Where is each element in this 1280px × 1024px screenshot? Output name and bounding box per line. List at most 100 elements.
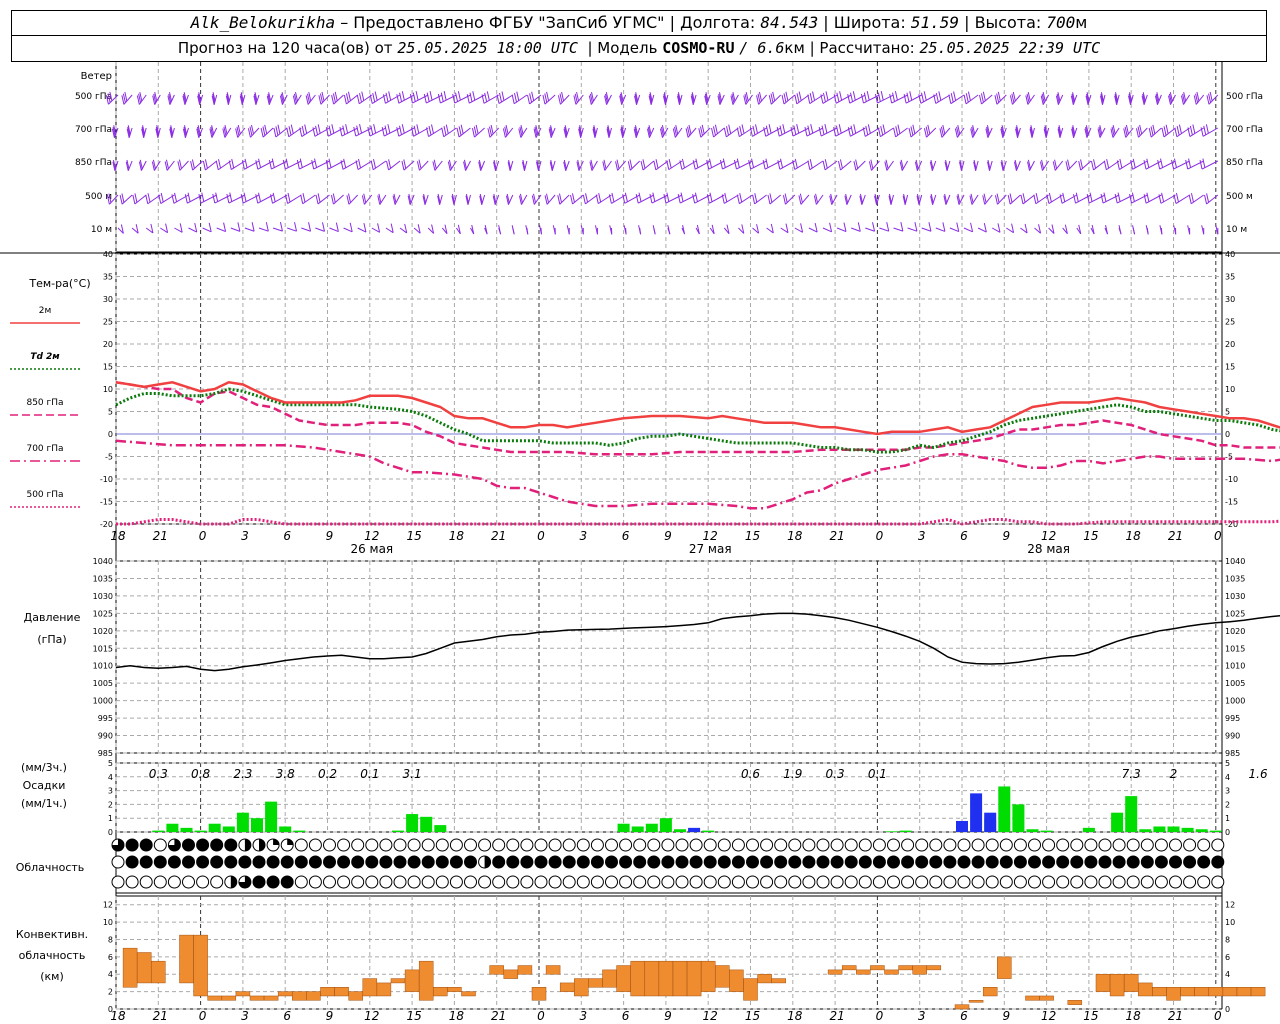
cloud-circle-quarter xyxy=(273,839,280,845)
cloud-circle-outline xyxy=(337,838,351,852)
wind-barb-feather xyxy=(711,127,715,138)
cloud-circle-outline xyxy=(1028,875,1041,889)
wind-barb-feather xyxy=(914,222,918,232)
wind-barb-staff xyxy=(481,194,486,205)
cloud-circle-fill xyxy=(140,856,153,868)
cloud-circle xyxy=(731,855,745,869)
cloud-circle-outline xyxy=(915,875,929,889)
wind-barb xyxy=(126,125,133,138)
cloud-circle-fill xyxy=(267,876,280,888)
wind-barb-feather xyxy=(345,124,349,134)
wind-barb xyxy=(507,159,514,171)
wind-barb xyxy=(752,193,767,205)
cloud-circle xyxy=(238,855,252,869)
wind-barb-feather xyxy=(268,159,272,170)
hour-label: 21 xyxy=(153,529,168,543)
precip-rain-bar xyxy=(166,823,179,832)
wind-barb xyxy=(548,125,556,138)
wind-barb-feather xyxy=(331,95,335,105)
wind-barb xyxy=(902,193,909,205)
cloud-circle-outline xyxy=(449,875,463,889)
precip-total-label: 2.3 xyxy=(233,767,252,781)
precip-rain-bar xyxy=(631,826,644,832)
wind-barb xyxy=(1009,91,1021,105)
precip-snow-bar xyxy=(956,820,968,832)
wind-barb xyxy=(794,91,810,105)
wind-barb xyxy=(340,158,358,170)
wind-barb xyxy=(272,222,283,232)
cloud-circle-fill xyxy=(1056,856,1069,868)
precip-total-label: 0.3 xyxy=(826,767,845,781)
pressure-tick-left: 1015 xyxy=(93,644,113,653)
wind-barb xyxy=(437,193,443,205)
wind-barb-feather xyxy=(1114,193,1118,204)
cloud-circle-outline xyxy=(689,838,703,852)
hour-label: 0 xyxy=(199,529,207,543)
hour-label: 3 xyxy=(241,529,249,543)
wind-barb xyxy=(844,193,852,205)
wind-barb-feather xyxy=(880,91,884,101)
precip-rain-bar xyxy=(1026,829,1039,832)
wind-barb-feather xyxy=(343,158,347,168)
wind-barb xyxy=(502,124,514,138)
wind-barb-feather xyxy=(739,192,743,203)
wind-barb xyxy=(1034,224,1042,234)
cloud-circle-outline xyxy=(1028,838,1041,852)
wind-barb-feather xyxy=(877,92,881,102)
wind-barb-feather xyxy=(1106,159,1110,169)
cloud-circle-outline xyxy=(590,875,604,889)
wind-barb-feather xyxy=(767,194,771,205)
wind-barb-feather xyxy=(938,91,942,101)
pressure-tick-right: 1020 xyxy=(1225,627,1245,636)
cloud-circle xyxy=(196,838,210,852)
wind-barb-feather xyxy=(1203,125,1207,135)
cloud-circle xyxy=(139,838,153,852)
wind-barb-feather xyxy=(818,126,822,137)
hour-label: 3 xyxy=(579,529,587,543)
wind-barb xyxy=(853,159,866,171)
wind-barb xyxy=(456,124,471,138)
wind-barb-staff xyxy=(831,194,838,205)
wind-barb-feather xyxy=(546,91,550,101)
wind-barb-feather xyxy=(666,192,670,202)
wind-barb xyxy=(315,222,325,232)
conv-cloud-bar xyxy=(1067,1000,1083,1005)
wind-barb-feather xyxy=(804,126,808,137)
wind-barb xyxy=(552,225,556,235)
conv-cloud-bar xyxy=(207,995,222,1001)
cloud-circle xyxy=(971,875,985,889)
cloud-circle-outline xyxy=(323,838,336,852)
cloud-circle xyxy=(478,875,492,889)
wind-barb-staff xyxy=(521,194,528,205)
cloud-circle xyxy=(323,838,336,852)
wind-barb-feather xyxy=(332,193,336,203)
wind-barb-feather xyxy=(865,125,869,136)
cloud-circle xyxy=(957,875,971,889)
wind-barb xyxy=(1065,159,1078,171)
wind-barb-feather xyxy=(119,195,123,205)
wind-barb-feather xyxy=(339,126,343,137)
wind-barb-feather xyxy=(134,193,138,203)
wind-barb xyxy=(939,124,951,138)
wind-barb-feather xyxy=(649,193,653,204)
cloud-circle-outline xyxy=(605,875,618,889)
wind-barb-feather xyxy=(652,192,656,202)
cloud-circle xyxy=(887,838,900,852)
precip-rain-bar xyxy=(1139,829,1152,832)
cloud-circle-fill xyxy=(1155,856,1168,868)
cloud-circle xyxy=(111,855,125,869)
cloud-circle-outline xyxy=(125,875,139,889)
cloud-circle xyxy=(351,875,365,889)
wind-barb xyxy=(963,91,979,105)
cloud-circle-fill xyxy=(182,839,195,851)
cloud-circle-fill xyxy=(831,856,844,868)
wind-barb xyxy=(370,159,387,171)
cloud-circle xyxy=(985,838,999,852)
wind-barb-feather xyxy=(121,193,125,203)
cloud-circle-outline xyxy=(1112,875,1126,889)
cloud-circle xyxy=(562,875,576,889)
wind-barb xyxy=(377,193,387,205)
cloud-circle xyxy=(210,855,224,869)
cloud-circle-fill xyxy=(1169,856,1182,868)
wind-barb xyxy=(652,225,656,235)
